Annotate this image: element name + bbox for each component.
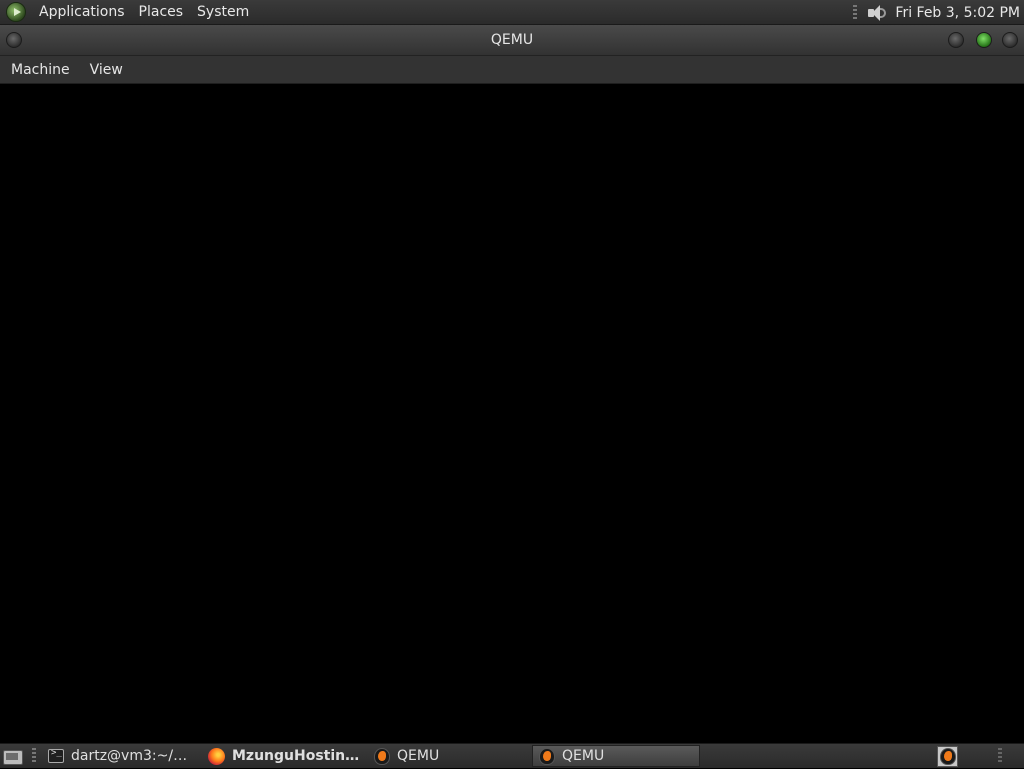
panel-tray: Fri Feb 3, 5:02 PM bbox=[853, 0, 1020, 25]
tray-grip-handle[interactable] bbox=[998, 748, 1002, 764]
taskbar-item-label: QEMU bbox=[562, 748, 605, 764]
taskbar-item-label: dartz@vm3:~/Dow... bbox=[71, 748, 196, 764]
taskbar-grip-handle[interactable] bbox=[32, 748, 36, 764]
clock[interactable]: Fri Feb 3, 5:02 PM bbox=[895, 5, 1020, 21]
taskbar-item-qemu-active[interactable]: QEMU bbox=[532, 745, 700, 767]
taskbar-item-label: MzunguHosting - B... bbox=[232, 748, 362, 764]
volume-icon[interactable] bbox=[865, 4, 887, 22]
taskbar-item-label: QEMU bbox=[397, 748, 440, 764]
minimize-button[interactable] bbox=[948, 32, 964, 48]
qemu-icon bbox=[374, 747, 390, 765]
vm-display[interactable] bbox=[2, 86, 1022, 741]
window-menubar: Machine View bbox=[0, 56, 1024, 84]
qemu-icon bbox=[539, 747, 555, 765]
tray-qemu-icon[interactable] bbox=[937, 746, 958, 767]
terminal-icon bbox=[48, 748, 64, 763]
machine-menu[interactable]: Machine bbox=[1, 56, 80, 84]
top-panel: Applications Places System Fri Feb 3, 5:… bbox=[0, 0, 1024, 25]
window-title: QEMU bbox=[490, 32, 534, 48]
taskbar-item-qemu[interactable]: QEMU bbox=[368, 744, 532, 769]
taskbar-item-firefox[interactable]: MzunguHosting - B... bbox=[202, 744, 368, 769]
maximize-button[interactable] bbox=[976, 32, 992, 48]
taskbar-item-terminal[interactable]: dartz@vm3:~/Dow... bbox=[42, 744, 202, 769]
system-menu[interactable]: System bbox=[190, 0, 256, 25]
firefox-icon bbox=[208, 747, 225, 765]
qemu-icon bbox=[939, 748, 956, 765]
close-button[interactable] bbox=[1002, 32, 1018, 48]
applications-menu[interactable]: Applications bbox=[32, 0, 132, 25]
places-menu[interactable]: Places bbox=[132, 0, 191, 25]
qemu-window: QEMU Machine View bbox=[0, 25, 1024, 741]
view-menu[interactable]: View bbox=[80, 56, 133, 84]
show-desktop-icon[interactable] bbox=[2, 747, 24, 765]
panel-grip-handle[interactable] bbox=[853, 4, 858, 21]
window-menu-button[interactable] bbox=[6, 32, 22, 48]
bottom-panel: dartz@vm3:~/Dow... MzunguHosting - B... … bbox=[0, 743, 1024, 768]
distro-logo-icon[interactable] bbox=[6, 2, 26, 22]
window-titlebar[interactable]: QEMU bbox=[0, 25, 1024, 56]
